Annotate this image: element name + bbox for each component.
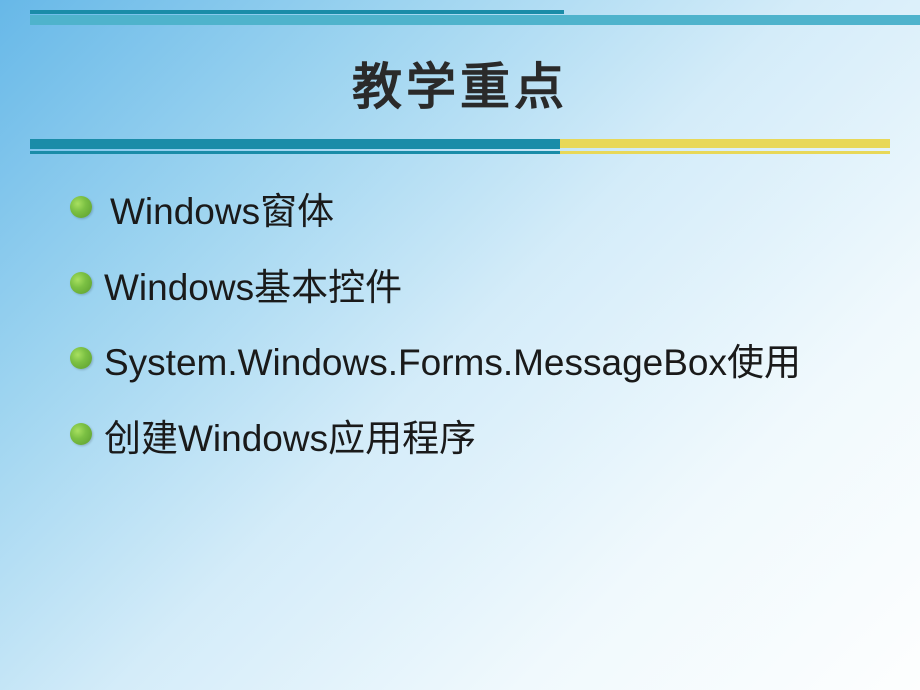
content-area: Windows窗体 Windows基本控件 System.Windows.For…: [0, 154, 920, 466]
decorative-bar-top-thin: [30, 10, 920, 14]
bullet-icon: [70, 423, 92, 445]
bullet-text: System.Windows.Forms.MessageBox使用: [104, 335, 801, 391]
decorative-bar-yellow-thick: [560, 139, 890, 148]
header-section: 教学重点: [0, 0, 920, 154]
bullet-item: Windows基本控件: [70, 260, 860, 316]
bullet-text: Windows基本控件: [104, 260, 402, 316]
decorative-bars-bottom: [0, 139, 920, 154]
bullet-item: System.Windows.Forms.MessageBox使用: [70, 335, 860, 391]
bullet-icon: [70, 347, 92, 369]
decorative-bar-teal-thin: [30, 151, 560, 154]
bullet-text: 创建Windows应用程序: [104, 411, 476, 467]
decorative-bar-teal-thick: [30, 139, 560, 149]
bullet-item: 创建Windows应用程序: [70, 411, 860, 467]
bullet-icon: [70, 272, 92, 294]
decorative-bar-yellow-thin: [560, 151, 890, 154]
slide-title: 教学重点: [0, 25, 920, 139]
decorative-bar-top-thick: [30, 15, 920, 25]
bullet-text: Windows窗体: [104, 184, 334, 240]
bullet-icon: [70, 196, 92, 218]
bullet-item: Windows窗体: [70, 184, 860, 240]
